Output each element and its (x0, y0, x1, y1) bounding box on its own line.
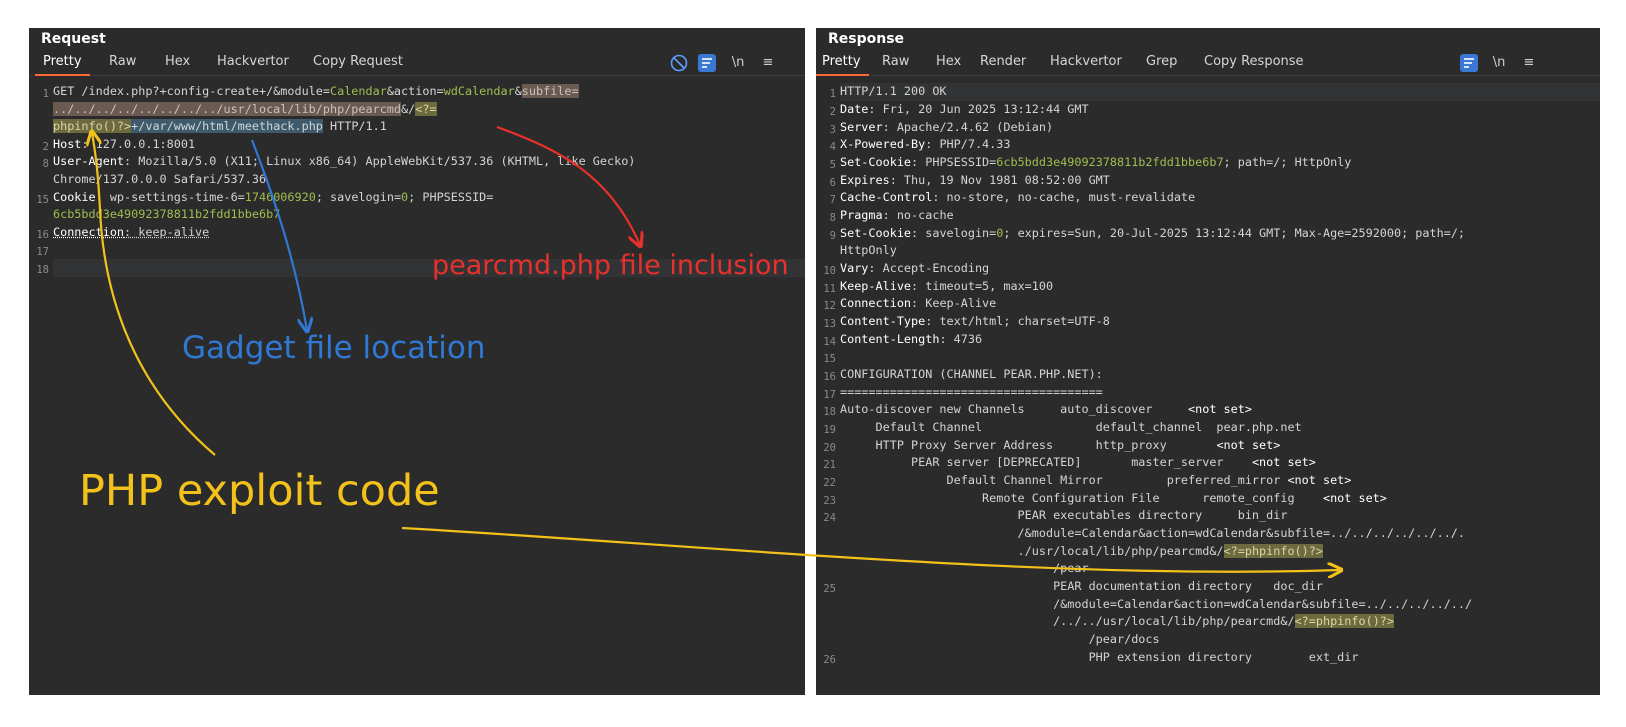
yellow-arrow-right (401, 526, 1340, 572)
yellow-arrow-up (92, 133, 216, 456)
red-arrow (496, 125, 640, 245)
annotation-arrows (0, 125, 1626, 727)
blue-arrow (250, 139, 307, 330)
